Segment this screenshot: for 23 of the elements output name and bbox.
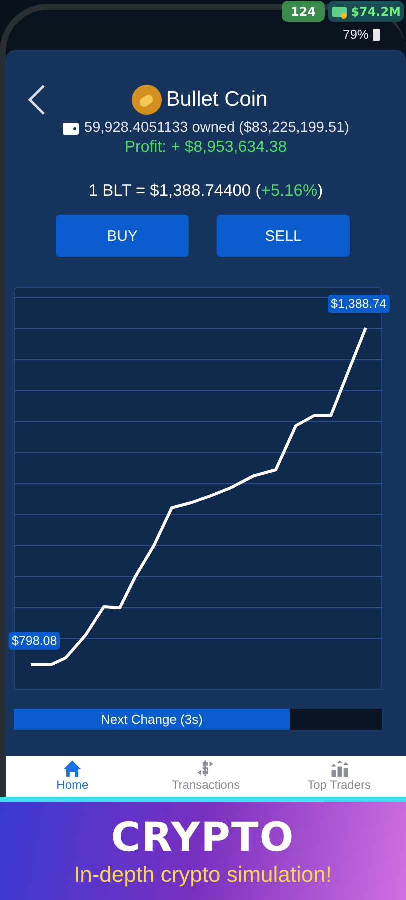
banner-subtitle: In-depth crypto simulation! xyxy=(74,862,332,888)
price-text: 1 BLT = $1,388.74400 (+5.16%) xyxy=(88,182,324,201)
bar-chart-icon xyxy=(328,759,350,778)
battery-icon xyxy=(373,28,380,41)
buy-button[interactable]: BUY xyxy=(56,215,189,257)
nav-tab[interactable]: Transactions xyxy=(139,756,273,797)
sell-button[interactable]: SELL xyxy=(217,215,350,257)
timer-label: Next Change (3s) xyxy=(100,712,204,727)
wallet-icon xyxy=(62,121,78,135)
profit-amount: Profit: + $8,953,634.38 xyxy=(124,139,288,157)
coin-title: Bullet Coin xyxy=(166,88,268,112)
nav-tab[interactable]: Top Traders xyxy=(272,756,406,797)
cash-amount: $74.2M xyxy=(351,4,401,18)
price-tag: $798.08 xyxy=(9,632,60,650)
cash-icon xyxy=(331,4,350,18)
price-tag: $1,388.74 xyxy=(328,295,390,313)
battery-percent: 79% xyxy=(342,27,369,42)
home-icon xyxy=(62,759,84,778)
level-badge: 124 xyxy=(282,1,326,22)
coin-icon xyxy=(132,85,162,115)
banner-title: CRYPTO xyxy=(111,816,295,860)
nav-tab[interactable]: Home xyxy=(6,756,140,797)
owned-amount: 59,928.4051133 owned ($83,225,199.51) xyxy=(84,120,350,136)
